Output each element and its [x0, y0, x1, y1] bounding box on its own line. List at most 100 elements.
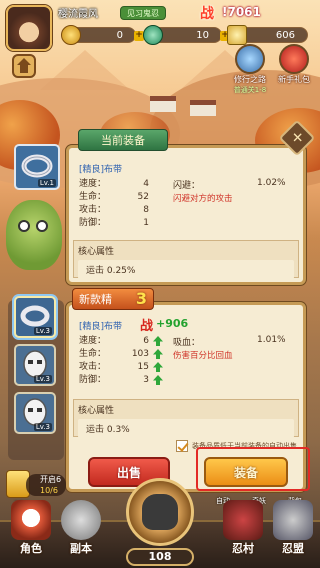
stat-label: 防御：: [79, 375, 107, 385]
fox-mask-icon: [11, 500, 51, 540]
stat-label: 攻击：: [79, 205, 107, 215]
equipment-slot[interactable]: Lv.3: [14, 392, 56, 434]
stat-label: 速度：: [79, 336, 107, 346]
frog-monster: [6, 200, 62, 270]
stat-row: 防御： 1: [79, 217, 149, 230]
jade-resource: 10: [143, 25, 222, 45]
fist-icon: [142, 494, 178, 530]
stat-up-arrow-icon: [153, 349, 163, 359]
stat-label: 防御：: [79, 218, 107, 228]
home-icon[interactable]: [12, 54, 36, 78]
stat-row: 速度： 4: [79, 178, 149, 191]
core-attributes-title: 核心属性: [78, 406, 115, 416]
stat-row: 速度： 6: [79, 335, 163, 348]
stat-up-arrow-icon: [153, 336, 163, 346]
nav-character-label: 角色: [20, 542, 42, 555]
nav-village-label: 忍村: [232, 542, 254, 555]
gift-pack-icon: [279, 44, 309, 74]
newbie-gift-label: 新手礼包: [278, 75, 310, 84]
skill-description: 伤害百分比回血: [173, 351, 233, 361]
scroll-resource: 606: [227, 25, 308, 45]
stat-row: 攻击： 15: [79, 361, 163, 374]
new-item-name: [精良]布带: [79, 322, 123, 332]
power-icon: 战: [200, 6, 214, 22]
skill-value: 1.01%: [257, 335, 286, 345]
alliance-icon: [273, 500, 313, 540]
skill-name: 闪避：: [173, 181, 201, 191]
gold-value: 0: [116, 30, 123, 41]
stat-label: 生命：: [79, 349, 107, 359]
new-equipment-title-number: 3: [135, 289, 147, 308]
stat-value: 4: [143, 179, 149, 189]
current-item-name: [精良]布带: [79, 165, 123, 175]
player-level: 108: [126, 548, 194, 566]
stat-value: 103: [131, 349, 149, 359]
current-equipment-panel: [精良]布带 速度： 4 生命： 52 攻击： 8 防御： 1 闪避： 1.02…: [66, 145, 306, 285]
new-equipment-title-text: 新款精: [79, 293, 112, 306]
nav-character[interactable]: 角色: [6, 500, 56, 568]
core-attribute-line: 运击 0.25%: [78, 260, 294, 279]
core-attribute-line: 运击 0.3%: [78, 419, 294, 438]
jade-icon: [143, 25, 163, 45]
skill-name: 吸血：: [173, 338, 201, 348]
stat-label: 速度：: [79, 179, 107, 189]
power-diff-icon: 战: [140, 319, 154, 334]
stat-value: 8: [143, 205, 149, 215]
helmet-icon: [61, 500, 101, 540]
current-stats: 速度： 4 生命： 52 攻击： 8 防御： 1: [79, 178, 149, 230]
monster-eye: [36, 220, 48, 232]
rank-badge: 见习鬼忍: [120, 6, 166, 20]
stat-row: 防御： 3: [79, 374, 163, 387]
battle-center-button[interactable]: 108: [116, 478, 204, 568]
core-attributes-box: 核心属性 运击 0.3%: [73, 399, 299, 438]
equipment-slot-selected[interactable]: Lv.3: [14, 296, 56, 338]
training-path-button[interactable]: 修行之路 普通关1-8: [228, 44, 272, 96]
level-label: Lv.1: [37, 179, 56, 187]
stat-value: 15: [137, 362, 149, 372]
monster-eye: [18, 220, 30, 232]
training-path-icon: [235, 44, 265, 74]
core-attributes-box: 核心属性 运击 0.25%: [73, 240, 299, 279]
jade-value: 10: [196, 30, 209, 41]
nav-alliance[interactable]: 忍盟: [268, 500, 318, 568]
stat-row: 生命： 52: [79, 191, 149, 204]
scroll-value: 606: [275, 30, 295, 41]
nav-village[interactable]: 忍村: [218, 500, 268, 568]
training-path-label: 修行之路: [234, 75, 266, 84]
stat-row: 攻击： 8: [79, 204, 149, 217]
unlock-progress: 开启6 10/6: [26, 474, 66, 496]
new-stats: 速度： 6 生命： 103 攻击： 15 防御： 3: [79, 335, 163, 387]
village-icon: [223, 500, 263, 540]
auto-sell-checkbox[interactable]: [176, 440, 188, 452]
stat-label: 生命：: [79, 192, 107, 202]
stat-up-arrow-icon: [153, 362, 163, 372]
equip-highlight-box: [196, 447, 310, 491]
stat-value: 52: [137, 192, 149, 202]
player-name: 樱流霞风: [58, 9, 98, 20]
unlock-progress-count: 10/6: [40, 486, 58, 495]
village-house: [150, 96, 176, 112]
skill-description: 闪避对方的攻击: [173, 194, 233, 204]
stat-value: 6: [143, 336, 149, 346]
equipment-slot[interactable]: Lv.3: [14, 344, 56, 386]
stat-label: 攻击：: [79, 362, 107, 372]
power-diff-value: +906: [156, 317, 189, 330]
stat-value: 3: [143, 375, 149, 385]
core-attributes-title: 核心属性: [78, 247, 115, 257]
stat-value: 1: [143, 218, 149, 228]
level-label: Lv.3: [33, 327, 52, 335]
nav-dungeon[interactable]: 副本: [56, 500, 106, 568]
current-equipment-icon[interactable]: Lv.1: [14, 144, 60, 190]
current-equipment-title: 当前装备: [78, 129, 168, 151]
player-avatar[interactable]: [6, 5, 52, 51]
nav-alliance-label: 忍盟: [282, 542, 304, 555]
scroll-icon: [227, 25, 247, 45]
newbie-gift-button[interactable]: 新手礼包: [272, 44, 316, 96]
skill-value: 1.02%: [257, 178, 286, 188]
new-equipment-title: 新款精 3: [72, 288, 154, 310]
gold-resource: 0: [61, 25, 136, 45]
nav-dungeon-label: 副本: [70, 542, 92, 555]
stat-row: 生命： 103: [79, 348, 163, 361]
training-path-sublabel: 普通关1-8: [233, 86, 267, 94]
power-value: !7061: [222, 5, 261, 19]
